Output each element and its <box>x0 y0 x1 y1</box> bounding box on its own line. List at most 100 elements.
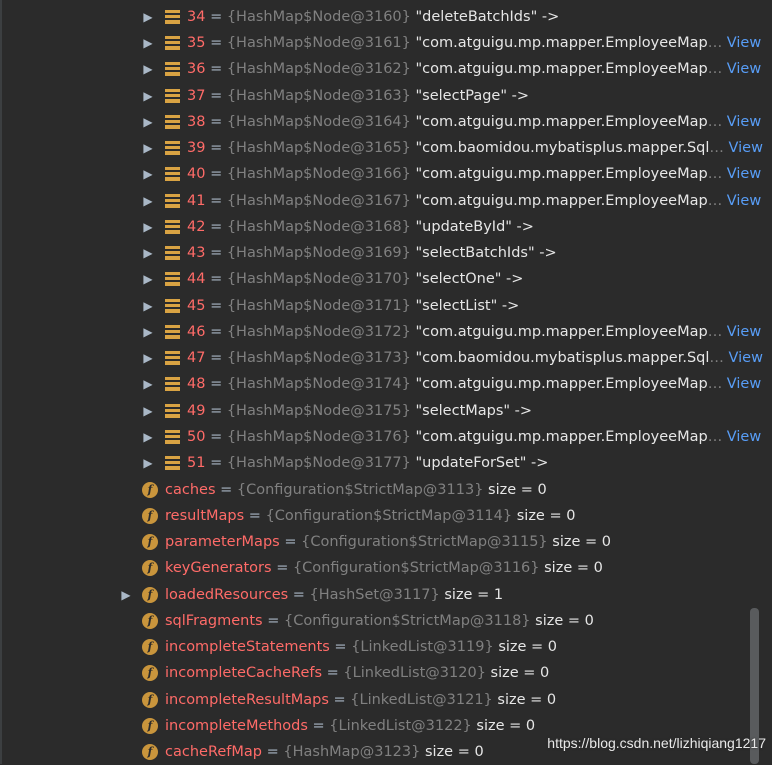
field-row[interactable]: f parameterMaps = {Configuration$StrictM… <box>0 529 772 555</box>
equals-sign: = <box>210 140 223 156</box>
expand-arrow-icon[interactable]: ▶ <box>141 4 155 30</box>
view-link[interactable]: View <box>727 376 761 392</box>
equals-sign: = <box>210 193 223 209</box>
expand-arrow-icon[interactable]: ▶ <box>141 109 155 135</box>
hashmap-entry-icon <box>165 456 180 470</box>
view-link[interactable]: View <box>729 350 763 366</box>
field-size: size = 0 <box>552 534 611 550</box>
view-link[interactable]: View <box>727 429 761 445</box>
expand-arrow-icon[interactable]: ▶ <box>141 135 155 161</box>
expand-arrow-icon[interactable]: ▶ <box>119 582 133 608</box>
view-link[interactable]: View <box>727 193 761 209</box>
expand-arrow-icon[interactable]: ▶ <box>141 30 155 56</box>
field-name: sqlFragments <box>165 613 263 629</box>
expand-arrow-icon[interactable]: ▶ <box>141 319 155 345</box>
map-entry-row[interactable]: ▶ 47 = {HashMap$Node@3173} "com.baomidou… <box>0 345 772 371</box>
map-entry-row[interactable]: ▶ 49 = {HashMap$Node@3175} "selectMaps" … <box>0 398 772 424</box>
view-link[interactable]: View <box>727 61 761 77</box>
expand-arrow-icon[interactable]: ▶ <box>141 161 155 187</box>
equals-sign: = <box>334 639 347 655</box>
field-row[interactable]: f sqlFragments = {Configuration$StrictMa… <box>0 608 772 634</box>
entry-reference: {HashMap$Node@3165} <box>226 140 411 156</box>
field-reference: {HashMap@3123} <box>283 744 421 760</box>
view-link[interactable]: View <box>727 114 761 130</box>
entry-index: 37 <box>187 88 206 104</box>
entry-index: 50 <box>187 429 206 445</box>
map-entry-row[interactable]: ▶ 42 = {HashMap$Node@3168} "updateById" … <box>0 214 772 240</box>
view-link[interactable]: View <box>729 140 763 156</box>
hashmap-entry-icon <box>165 10 180 24</box>
map-entry-row[interactable]: ▶ 45 = {HashMap$Node@3171} "selectList" … <box>0 293 772 319</box>
hashmap-entry-icon <box>165 299 180 313</box>
map-entry-row[interactable]: ▶ 41 = {HashMap$Node@3167} "com.atguigu.… <box>0 188 772 214</box>
map-entry-row[interactable]: ▶ 39 = {HashMap$Node@3165} "com.baomidou… <box>0 135 772 161</box>
field-reference: {Configuration$StrictMap@3114} <box>265 508 513 524</box>
field-row[interactable]: f incompleteResultMaps = {LinkedList@312… <box>0 687 772 713</box>
truncation-ellipsis: … <box>707 166 723 182</box>
equals-sign: = <box>210 403 223 419</box>
field-row[interactable]: ▶ f loadedResources = {HashSet@3117} siz… <box>0 582 772 608</box>
expand-arrow-icon[interactable]: ▶ <box>141 450 155 476</box>
expand-arrow-icon[interactable]: ▶ <box>141 83 155 109</box>
field-size: size = 0 <box>488 482 547 498</box>
map-entry-row[interactable]: ▶ 37 = {HashMap$Node@3163} "selectPage" … <box>0 83 772 109</box>
expand-arrow-icon[interactable]: ▶ <box>141 56 155 82</box>
field-name: incompleteResultMaps <box>165 692 329 708</box>
expand-arrow-icon[interactable]: ▶ <box>141 371 155 397</box>
expand-arrow-icon[interactable]: ▶ <box>141 214 155 240</box>
map-entry-row[interactable]: ▶ 34 = {HashMap$Node@3160} "deleteBatchI… <box>0 4 772 30</box>
map-entry-row[interactable]: ▶ 51 = {HashMap$Node@3177} "updateForSet… <box>0 450 772 476</box>
field-name: caches <box>165 482 216 498</box>
map-entry-row[interactable]: ▶ 46 = {HashMap$Node@3172} "com.atguigu.… <box>0 319 772 345</box>
hashmap-entry-icon <box>165 36 180 50</box>
hashmap-entry-icon <box>165 430 180 444</box>
view-link[interactable]: View <box>727 35 761 51</box>
field-row[interactable]: f keyGenerators = {Configuration$StrictM… <box>0 555 772 581</box>
expand-arrow-icon[interactable]: ▶ <box>141 345 155 371</box>
entry-value: "com.atguigu.mp.mapper.EmployeeMap <box>415 193 708 209</box>
expand-arrow-icon[interactable]: ▶ <box>141 398 155 424</box>
field-size: size = 1 <box>444 587 504 603</box>
field-name: parameterMaps <box>165 534 280 550</box>
entry-index: 45 <box>187 298 206 314</box>
field-icon: f <box>142 560 158 576</box>
equals-sign: = <box>333 692 346 708</box>
field-name: loadedResources <box>165 587 289 603</box>
field-row[interactable]: f resultMaps = {Configuration$StrictMap@… <box>0 503 772 529</box>
equals-sign: = <box>210 35 223 51</box>
expand-arrow-icon[interactable]: ▶ <box>141 240 155 266</box>
expand-arrow-icon[interactable]: ▶ <box>141 293 155 319</box>
entry-index: 36 <box>187 61 206 77</box>
map-entry-row[interactable]: ▶ 36 = {HashMap$Node@3162} "com.atguigu.… <box>0 56 772 82</box>
entry-reference: {HashMap$Node@3163} <box>226 88 411 104</box>
truncation-ellipsis: … <box>707 429 723 445</box>
field-icon: f <box>142 534 158 550</box>
map-entry-row[interactable]: ▶ 38 = {HashMap$Node@3164} "com.atguigu.… <box>0 109 772 135</box>
field-row[interactable]: f caches = {Configuration$StrictMap@3113… <box>0 477 772 503</box>
expand-arrow-icon[interactable]: ▶ <box>141 424 155 450</box>
field-row[interactable]: f incompleteCacheRefs = {LinkedList@3120… <box>0 660 772 686</box>
expand-arrow-icon[interactable]: ▶ <box>141 266 155 292</box>
truncation-ellipsis: … <box>707 193 723 209</box>
map-entry-row[interactable]: ▶ 50 = {HashMap$Node@3176} "com.atguigu.… <box>0 424 772 450</box>
hashmap-entry-icon <box>165 220 180 234</box>
equals-sign: = <box>210 245 223 261</box>
map-entry-row[interactable]: ▶ 43 = {HashMap$Node@3169} "selectBatchI… <box>0 240 772 266</box>
view-link[interactable]: View <box>727 324 761 340</box>
map-entry-row[interactable]: ▶ 35 = {HashMap$Node@3161} "com.atguigu.… <box>0 30 772 56</box>
expand-arrow-icon[interactable]: ▶ <box>141 188 155 214</box>
map-entry-row[interactable]: ▶ 40 = {HashMap$Node@3166} "com.atguigu.… <box>0 161 772 187</box>
field-reference: {Configuration$StrictMap@3113} <box>236 482 484 498</box>
map-entry-row[interactable]: ▶ 44 = {HashMap$Node@3170} "selectOne" -… <box>0 266 772 292</box>
map-entry-row[interactable]: ▶ 48 = {HashMap$Node@3174} "com.atguigu.… <box>0 371 772 397</box>
view-link[interactable]: View <box>727 166 761 182</box>
hashmap-entry-icon <box>165 325 180 339</box>
equals-sign: = <box>210 219 223 235</box>
entry-value: "selectMaps" -> <box>415 403 533 419</box>
field-row[interactable]: f incompleteStatements = {LinkedList@311… <box>0 634 772 660</box>
entry-index: 44 <box>187 271 206 287</box>
entry-index: 40 <box>187 166 206 182</box>
field-reference: {Configuration$StrictMap@3118} <box>283 613 531 629</box>
equals-sign: = <box>210 429 223 445</box>
entry-reference: {HashMap$Node@3169} <box>226 245 411 261</box>
